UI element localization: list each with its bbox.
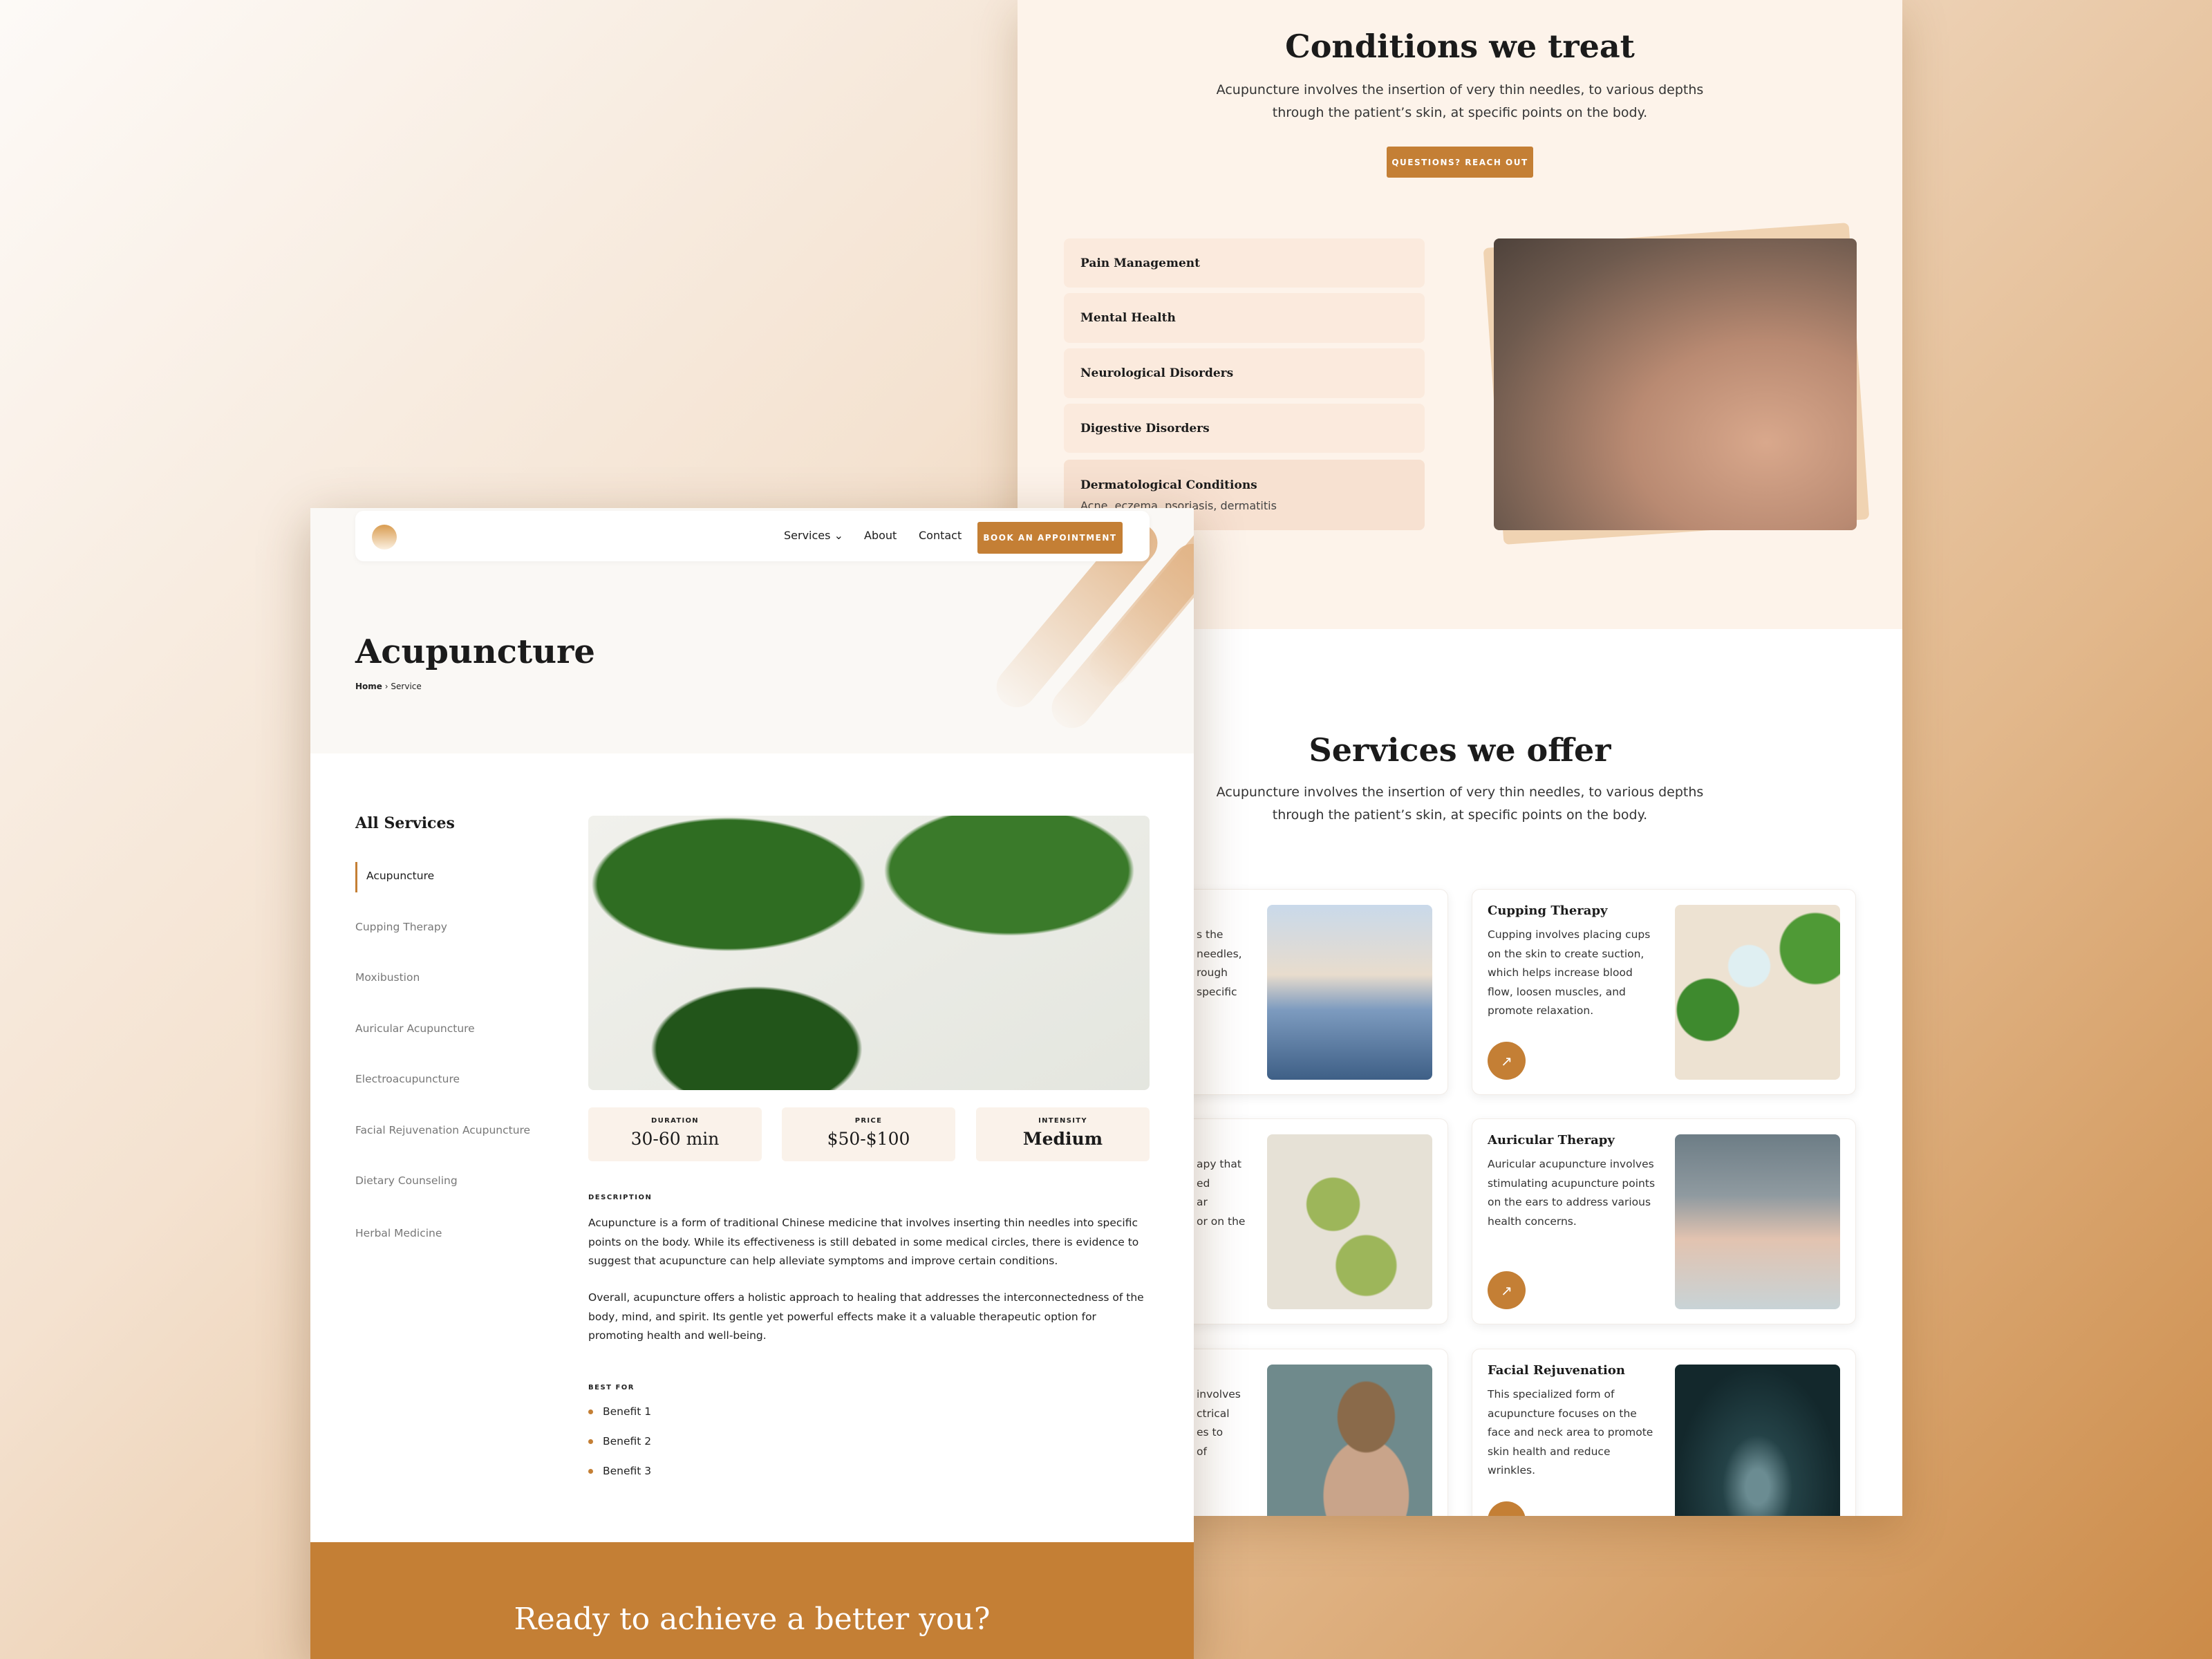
arrow-up-right-icon[interactable]: ↗ <box>1488 1501 1526 1516</box>
card-text-fragment: involves ctrical es to of <box>1197 1388 1241 1458</box>
stat-duration: DURATION 30-60 min <box>588 1107 762 1161</box>
active-indicator <box>355 862 357 892</box>
service-card-cupping[interactable]: Cupping Therapy Cupping involves placing… <box>1472 889 1856 1095</box>
cupping-photo <box>1675 905 1840 1080</box>
avocado-photo <box>1267 1134 1432 1309</box>
conditions-title: Conditions we treat <box>1285 28 1635 65</box>
stat-intensity: INTENSITY Medium <box>976 1107 1150 1161</box>
monstera-photo <box>588 816 1150 1090</box>
cta-title: Ready to achieve a better you? <box>514 1602 991 1637</box>
breadcrumb-current: Service <box>391 682 422 691</box>
questions-reach-out-button[interactable]: QUESTIONS? REACH OUT <box>1387 147 1533 178</box>
card-text-fragment: apy that ed ar or on the <box>1197 1158 1246 1228</box>
nav-services[interactable]: Services ⌄ <box>784 529 843 542</box>
sidebar-item-facial[interactable]: Facial Rejuvenation Acupuncture <box>355 1124 530 1136</box>
sidebar-item-cupping[interactable]: Cupping Therapy <box>355 921 447 933</box>
best-for-label: BEST FOR <box>588 1384 635 1391</box>
breadcrumb-home[interactable]: Home <box>355 682 382 691</box>
nav-about[interactable]: About <box>864 529 897 542</box>
shoulder-photo <box>1494 238 1857 530</box>
benefit-item: Benefit 2 <box>588 1435 651 1447</box>
breadcrumb: Home › Service <box>355 682 422 691</box>
sidebar-title: All Services <box>355 814 455 832</box>
benefit-item: Benefit 3 <box>588 1465 651 1477</box>
chevron-right-icon: › <box>384 682 388 691</box>
sidebar-item-moxibustion[interactable]: Moxibustion <box>355 971 420 984</box>
navbar: Services ⌄ About Contact BOOK AN APPOINT… <box>355 511 1150 561</box>
book-appointment-button[interactable]: BOOK AN APPOINTMENT <box>977 522 1123 554</box>
condition-item[interactable]: Digestive Disorders <box>1064 404 1425 453</box>
sidebar-item-dietary[interactable]: Dietary Counseling <box>355 1174 458 1187</box>
condition-item[interactable]: Pain Management <box>1064 238 1425 288</box>
condition-item[interactable]: Neurological Disorders <box>1064 348 1425 398</box>
bullet-icon <box>588 1468 593 1474</box>
description-label: DESCRIPTION <box>588 1194 653 1201</box>
water-drop-photo <box>1675 1365 1840 1516</box>
service-card-auricular[interactable]: Auricular Therapy Auricular acupuncture … <box>1472 1118 1856 1324</box>
bullet-icon <box>588 1409 593 1414</box>
conditions-subtitle: Acupuncture involves the insertion of ve… <box>1216 82 1704 120</box>
arrow-up-right-icon[interactable]: ↗ <box>1488 1271 1526 1309</box>
logo-icon[interactable] <box>372 525 397 550</box>
cta-band: Ready to achieve a better you? <box>310 1542 1194 1659</box>
massage-photo <box>1675 1134 1840 1309</box>
service-card-facial[interactable]: Facial Rejuvenation This specialized for… <box>1472 1349 1856 1516</box>
condition-item[interactable]: Mental Health <box>1064 293 1425 343</box>
description-paragraph: Overall, acupuncture offers a holistic a… <box>588 1291 1144 1342</box>
water-hand-photo <box>1267 905 1432 1080</box>
page-hero: Services ⌄ About Contact BOOK AN APPOINT… <box>310 508 1194 753</box>
bath-photo <box>1267 1365 1432 1516</box>
chevron-down-icon: ⌄ <box>834 529 843 542</box>
description-paragraph: Acupuncture is a form of traditional Chi… <box>588 1217 1139 1267</box>
nav-contact[interactable]: Contact <box>919 529 962 542</box>
sidebar-item-acupuncture[interactable]: Acupuncture <box>366 870 434 882</box>
page-title: Acupuncture <box>355 632 595 671</box>
arrow-up-right-icon[interactable]: ↗ <box>1488 1042 1526 1080</box>
sidebar-item-herbal[interactable]: Herbal Medicine <box>355 1227 442 1239</box>
card-text-fragment: s the needles, rough specific <box>1197 928 1242 998</box>
bullet-icon <box>588 1438 593 1444</box>
sidebar-item-electro[interactable]: Electroacupuncture <box>355 1073 460 1085</box>
benefit-item: Benefit 1 <box>588 1405 651 1418</box>
service-detail-page: Services ⌄ About Contact BOOK AN APPOINT… <box>310 508 1194 1659</box>
stat-price: PRICE $50-$100 <box>782 1107 955 1161</box>
sidebar-item-auricular[interactable]: Auricular Acupuncture <box>355 1022 475 1035</box>
